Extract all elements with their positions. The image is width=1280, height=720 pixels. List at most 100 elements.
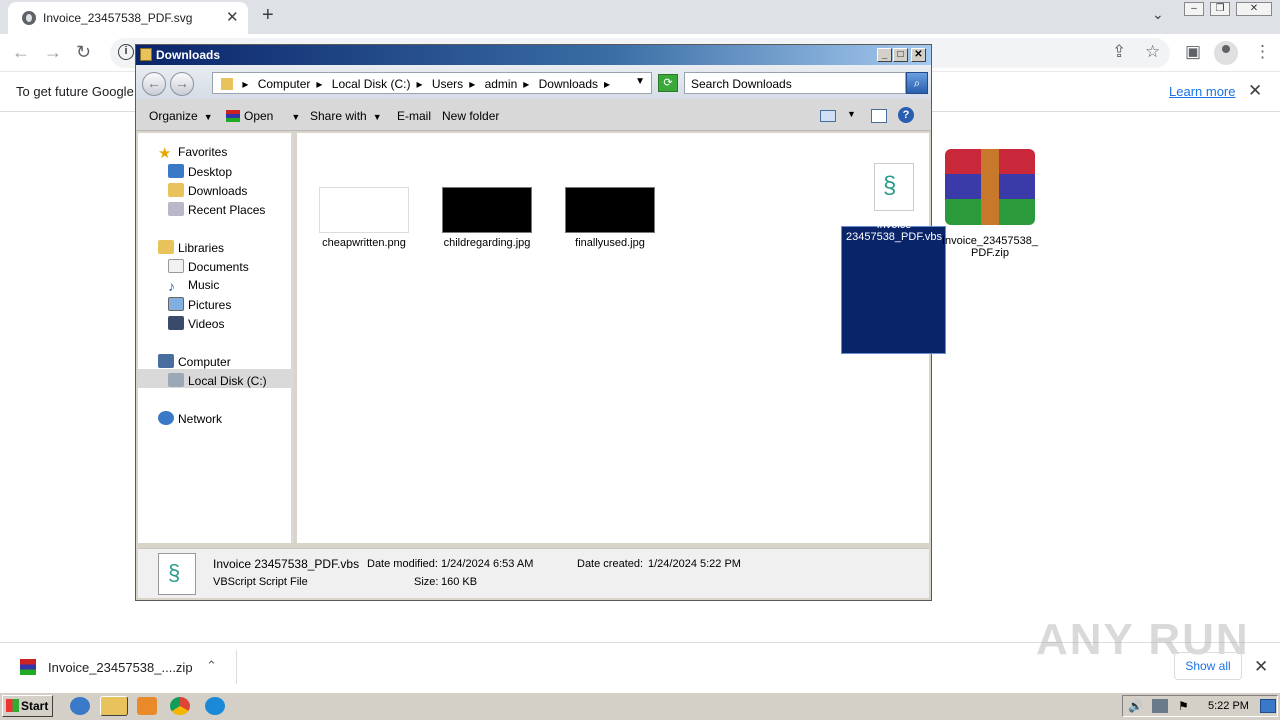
local-disk-icon (168, 373, 184, 387)
refresh-icon[interactable]: ⟳ (658, 74, 678, 92)
search-input[interactable]: Search Downloads (684, 72, 906, 94)
close-tab-icon[interactable]: ✕ (226, 8, 239, 26)
file-item-finallyused[interactable]: finallyused.jpg (558, 187, 662, 249)
tab-search-chevron-icon[interactable]: ⌄ (1152, 6, 1164, 23)
sidebar-item-libraries[interactable]: Libraries (158, 240, 224, 255)
details-pane: § Invoice 23457538_PDF.vbs VBScript Scri… (138, 548, 929, 598)
bookmark-star-icon[interactable]: ☆ (1145, 42, 1160, 62)
crumb-computer[interactable]: Computer (258, 77, 311, 91)
crumb-downloads[interactable]: Downloads (539, 77, 598, 91)
file-name-line2: 23457538_PDF.vbs (845, 231, 942, 243)
forward-icon[interactable]: → (44, 42, 62, 63)
show-all-button[interactable]: Show all (1174, 652, 1242, 680)
size-label: Size: (414, 576, 439, 588)
organize-button[interactable]: Organize ▼ (149, 109, 213, 123)
file-name-line2: PDF.zip (971, 247, 1009, 259)
folder-path-icon (221, 78, 233, 90)
search-icon[interactable]: ⌕ (906, 72, 928, 94)
back-icon[interactable]: ← (12, 42, 30, 63)
tab-title: Invoice_23457538_PDF.svg (43, 11, 193, 25)
view-icon[interactable] (820, 110, 836, 122)
share-with-button[interactable]: Share with ▼ (310, 109, 382, 123)
open-button[interactable]: Open ▼ (226, 109, 300, 123)
downloads-folder-icon (168, 183, 184, 197)
sidebar-item-network[interactable]: Network (158, 411, 222, 426)
window-close-button[interactable]: ✕ (911, 48, 926, 62)
image-thumbnail (319, 187, 409, 233)
reload-icon[interactable]: ↻ (76, 42, 91, 63)
preview-pane-icon[interactable] (871, 109, 887, 123)
download-bar-close-icon[interactable]: ✕ (1254, 657, 1268, 677)
sidebar-item-downloads[interactable]: Downloads (168, 183, 247, 198)
window-title-bar[interactable]: Downloads _ □ ✕ (136, 45, 931, 65)
download-separator (236, 650, 237, 684)
clock[interactable]: 5:22 PM (1208, 700, 1249, 712)
download-item[interactable]: Invoice_23457538_....zip (48, 660, 193, 675)
sidebar-item-documents[interactable]: Documents (168, 259, 249, 274)
new-folder-button[interactable]: New folder (442, 109, 499, 123)
navigation-pane: ★ Favorites Desktop Downloads Recent Plac… (138, 133, 294, 543)
desktop-icon (168, 164, 184, 178)
globe-icon (22, 11, 36, 25)
chevron-up-icon[interactable]: ⌃ (206, 658, 217, 674)
explorer-back-button[interactable]: ← (142, 72, 166, 96)
breadcrumb[interactable]: ▸ Computer ▸ Local Disk (C:) ▸ Users ▸ admi… (212, 72, 652, 94)
explorer-taskbar-icon[interactable] (100, 696, 128, 716)
sidebar-item-pictures[interactable]: Pictures (168, 297, 231, 312)
date-modified-value: 1/24/2024 6:53 AM (441, 558, 534, 570)
info-bar-close-icon[interactable]: ✕ (1248, 81, 1262, 101)
sidebar-item-videos[interactable]: Videos (168, 316, 224, 331)
minimize-button[interactable]: – (1184, 2, 1204, 16)
network-tray-icon[interactable] (1152, 699, 1168, 713)
sidebar-item-favorites[interactable]: ★ Favorites (158, 145, 227, 161)
crumb-users[interactable]: Users (432, 77, 463, 91)
image-thumbnail (442, 187, 532, 233)
music-icon: ♪ (168, 278, 175, 294)
size-value: 160 KB (441, 576, 478, 588)
ie-icon[interactable] (70, 697, 90, 715)
window-minimize-button[interactable]: _ (877, 48, 892, 62)
start-button[interactable]: Start (2, 695, 53, 717)
sidebar-item-computer[interactable]: Computer (158, 354, 231, 369)
new-tab-button[interactable]: + (262, 4, 274, 27)
file-item-cheapwritten[interactable]: cheapwritten.png (312, 187, 416, 249)
system-tray (1122, 695, 1278, 717)
sidebar-item-desktop[interactable]: Desktop (168, 164, 232, 179)
flag-icon[interactable]: ⚑ (1178, 699, 1189, 713)
window-maximize-button[interactable]: □ (893, 48, 908, 62)
menu-icon[interactable]: ⋮ (1254, 42, 1271, 62)
side-panel-icon[interactable]: ▣ (1185, 42, 1201, 62)
address-dropdown-icon[interactable]: ▼ (635, 76, 645, 87)
file-name: finallyused.jpg (575, 237, 645, 249)
profile-avatar[interactable] (1214, 41, 1238, 65)
site-info-icon[interactable]: i (118, 44, 134, 60)
restore-button[interactable]: ❐ (1210, 2, 1230, 16)
view-dropdown-icon[interactable]: ▼ (847, 109, 856, 119)
explorer-forward-button[interactable]: → (170, 72, 194, 96)
documents-icon (168, 259, 184, 273)
sidebar-item-recent-places[interactable]: Recent Places (168, 202, 265, 217)
crumb-admin[interactable]: admin (485, 77, 518, 91)
sidebar-item-local-disk[interactable]: Local Disk (C:) (168, 373, 267, 388)
edge-icon[interactable] (205, 697, 225, 715)
media-player-icon[interactable] (137, 697, 157, 715)
libraries-icon (158, 240, 174, 254)
help-icon[interactable]: ? (898, 107, 914, 123)
email-button[interactable]: E-mail (397, 109, 431, 123)
file-item-invoice-vbs[interactable]: § Invoice 23457538_PDF.vbs (842, 153, 946, 243)
chrome-icon[interactable] (170, 697, 190, 715)
file-item-invoice-zip[interactable]: Invoice_23457538_ PDF.zip (938, 147, 1042, 259)
winrar-archive-icon (945, 149, 1035, 225)
browser-tab[interactable]: Invoice_23457538_PDF.svg ✕ (8, 2, 248, 34)
date-created-label: Date created: (577, 558, 644, 570)
file-item-childregarding[interactable]: childregarding.jpg (435, 187, 539, 249)
volume-icon[interactable]: 🔊 (1128, 699, 1143, 713)
share-icon[interactable]: ⇪ (1112, 42, 1126, 62)
details-file-type: VBScript Script File (213, 576, 308, 588)
learn-more-link[interactable]: Learn more (1169, 84, 1235, 99)
info-bar-text: To get future Google (16, 84, 134, 99)
close-button[interactable]: ✕ (1236, 2, 1272, 16)
show-desktop-icon[interactable] (1260, 699, 1276, 713)
sidebar-item-music[interactable]: ♪ Music (168, 278, 219, 294)
crumb-local-disk[interactable]: Local Disk (C:) (332, 77, 411, 91)
